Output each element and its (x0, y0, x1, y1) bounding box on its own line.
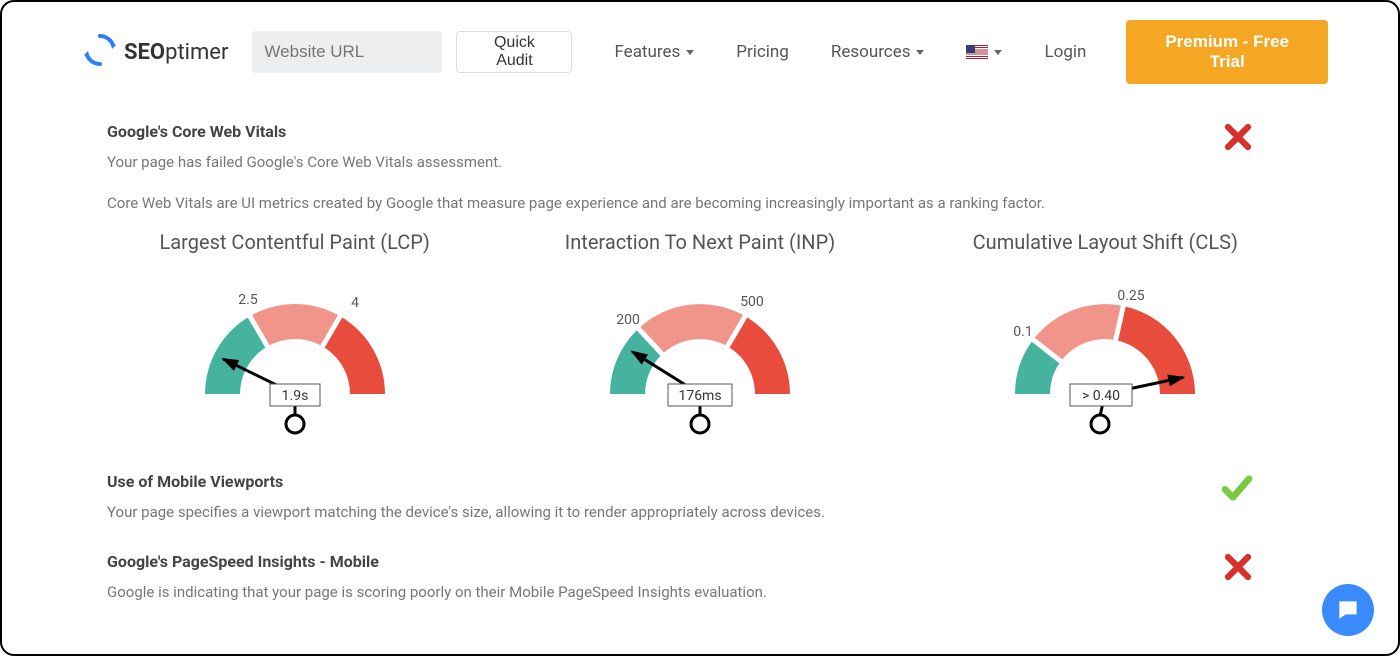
svg-text:0.1: 0.1 (1014, 324, 1033, 340)
svg-text:> 0.40: > 0.40 (1082, 388, 1120, 404)
brand-text: SEOptimer (124, 40, 228, 65)
gauge-cls: Cumulative Layout Shift (CLS) 0.1 0.25 (918, 230, 1293, 444)
svg-text:0.25: 0.25 (1118, 288, 1145, 304)
gauge-chart: 0.1 0.25 > 0.40 (975, 264, 1235, 444)
nav-login[interactable]: Login (1030, 42, 1100, 62)
nav-language[interactable] (952, 45, 1016, 59)
section-title: Use of Mobile Viewports (107, 472, 1293, 491)
gauge-title: Interaction To Next Paint (INP) (565, 230, 835, 254)
nav-label: Resources (831, 42, 911, 62)
fail-icon (1223, 122, 1253, 156)
pass-icon (1221, 472, 1253, 508)
section-desc: Your page has failed Google's Core Web V… (107, 151, 1293, 174)
svg-text:200: 200 (616, 312, 640, 328)
svg-text:500: 500 (740, 294, 764, 310)
section-psi-mobile: Google's PageSpeed Insights - Mobile Goo… (107, 552, 1293, 604)
fail-icon (1223, 552, 1253, 586)
quick-audit-button[interactable]: Quick Audit (456, 31, 572, 73)
chevron-down-icon (686, 50, 694, 55)
chat-icon (1335, 597, 1361, 623)
nav-label: Pricing (736, 42, 789, 62)
chat-button[interactable] (1322, 584, 1374, 636)
nav-label: Features (614, 42, 680, 62)
nav-features[interactable]: Features (600, 42, 708, 62)
gauge-lcp: Largest Contentful Paint (LCP) 2.5 4 (107, 230, 482, 444)
gauge-title: Largest Contentful Paint (LCP) (160, 230, 430, 254)
nav-pricing[interactable]: Pricing (722, 42, 803, 62)
svg-text:2.5: 2.5 (238, 292, 258, 308)
gauge-chart: 2.5 4 1.9s (165, 264, 425, 444)
url-input[interactable] (252, 31, 442, 73)
svg-text:1.9s: 1.9s (281, 388, 308, 404)
section-desc: Core Web Vitals are UI metrics created b… (107, 192, 1293, 215)
gauge-inp: Interaction To Next Paint (INP) 200 500 (512, 230, 887, 444)
chevron-down-icon (916, 50, 924, 55)
svg-text:4: 4 (351, 295, 359, 311)
section-core-web-vitals: Google's Core Web Vitals Your page has f… (107, 122, 1293, 444)
us-flag-icon (966, 45, 988, 59)
section-desc: Google is indicating that your page is s… (107, 581, 1293, 604)
gauges-row: Largest Contentful Paint (LCP) 2.5 4 (107, 230, 1293, 444)
section-title: Google's PageSpeed Insights - Mobile (107, 552, 1293, 571)
gauge-chart: 200 500 176ms (570, 264, 830, 444)
main-content: Google's Core Web Vitals Your page has f… (2, 102, 1398, 603)
nav-resources[interactable]: Resources (817, 42, 939, 62)
top-bar: SEOptimer Quick Audit Features Pricing R… (2, 2, 1398, 102)
nav-label: Login (1044, 42, 1086, 62)
logo[interactable]: SEOptimer (82, 32, 228, 72)
section-desc: Your page specifies a viewport matching … (107, 501, 1293, 524)
section-title: Google's Core Web Vitals (107, 122, 1293, 141)
chevron-down-icon (994, 50, 1002, 55)
section-mobile-viewport: Use of Mobile Viewports Your page specif… (107, 472, 1293, 524)
svg-text:176ms: 176ms (678, 388, 721, 404)
gauge-title: Cumulative Layout Shift (CLS) (973, 230, 1238, 254)
premium-button[interactable]: Premium - Free Trial (1126, 20, 1328, 84)
logo-icon (82, 32, 118, 72)
